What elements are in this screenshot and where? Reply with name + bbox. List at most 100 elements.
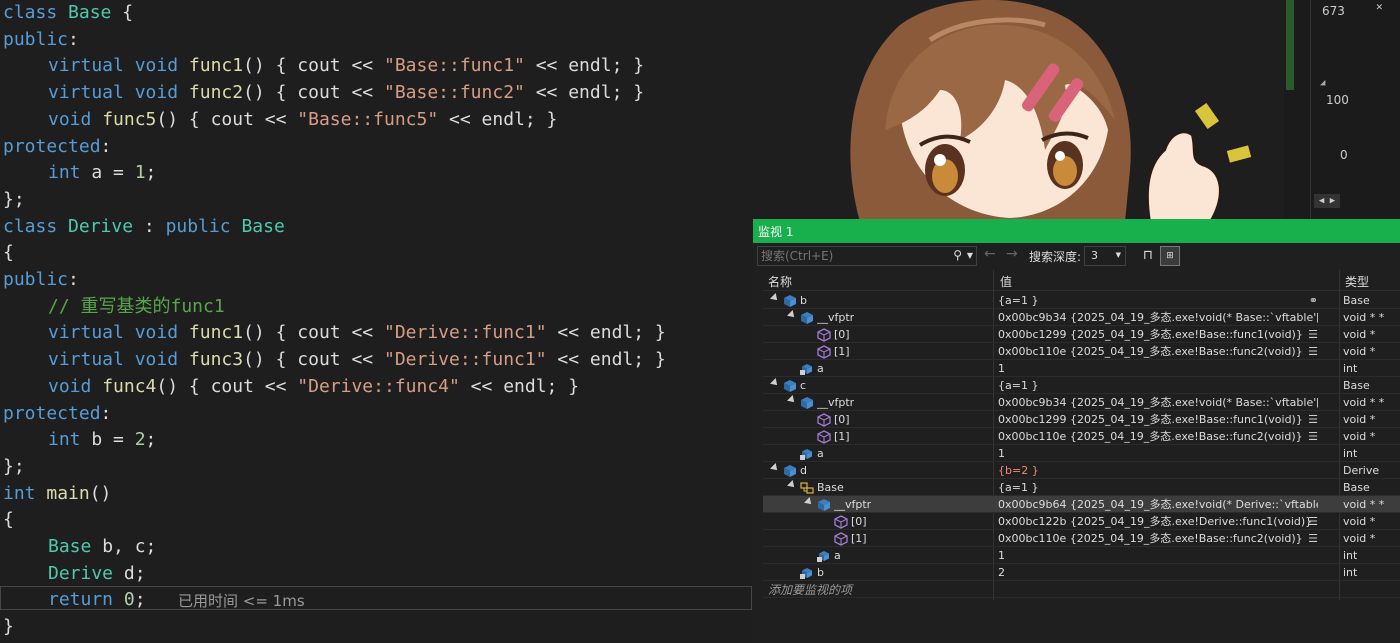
code-token: {	[3, 509, 14, 531]
code-token: () { cout <<	[156, 375, 298, 397]
horizontal-scroll-buttons[interactable]: ◀ ▶	[1314, 194, 1340, 208]
column-header-type[interactable]: 类型	[1345, 273, 1369, 290]
watch-row-value[interactable]: 0x00bc110e {2025_04_19_多态.exe!Base::func…	[998, 429, 1318, 444]
code-line: public:	[3, 267, 79, 294]
watch-row-name: a	[834, 549, 841, 562]
watch-row-value[interactable]: 0x00bc9b34 {2025_04_19_多态.exe!void(* Bas…	[998, 310, 1318, 325]
code-line: // 重写基类的func1	[3, 294, 225, 321]
expand-arrow-icon[interactable]	[770, 378, 780, 388]
watch-row[interactable]: [0] 0x00bc122b {2025_04_19_多态.exe!Derive:…	[763, 513, 1400, 530]
watch-row[interactable]: c {a=1 } Base	[763, 377, 1400, 394]
watch-row-value[interactable]: 0x00bc1299 {2025_04_19_多态.exe!Base::func…	[998, 412, 1318, 427]
watch-row[interactable]: a 1 int	[763, 445, 1400, 462]
scroll-track[interactable]	[1286, 0, 1294, 90]
elapsed-time-hint: 已用时间 <= 1ms	[178, 592, 305, 610]
code-line: int a = 1;	[3, 160, 156, 187]
watch-row[interactable]: [0] 0x00bc1299 {2025_04_19_多态.exe!Base::f…	[763, 411, 1400, 428]
visualizer-list-icon[interactable]: ☰	[1308, 532, 1318, 545]
code-token: d;	[113, 562, 146, 584]
visualizer-list-icon[interactable]: ☰	[1308, 345, 1318, 358]
code-token: protected	[3, 135, 101, 157]
watch-row[interactable]: d {b=2 } Derive	[763, 462, 1400, 479]
watch-row-value[interactable]: 0x00bc9b64 {2025_04_19_多态.exe!void(* Der…	[998, 497, 1318, 512]
code-token: virtual	[48, 55, 124, 77]
watch-row-value[interactable]: 0x00bc110e {2025_04_19_多态.exe!Base::func…	[998, 531, 1318, 546]
expand-arrow-icon[interactable]	[770, 293, 780, 303]
code-token: void	[134, 82, 179, 104]
watch-row-name: a	[817, 447, 824, 460]
watch-row-value[interactable]: 0x00bc9b34 {2025_04_19_多态.exe!void(* Bas…	[998, 395, 1318, 410]
code-token: () { cout <<	[156, 108, 298, 130]
back-arrow-icon[interactable]: ←	[984, 246, 996, 262]
code-token: ;	[145, 162, 157, 184]
column-header-value[interactable]: 值	[1000, 273, 1012, 290]
watch-row-value[interactable]: 1	[998, 446, 1318, 461]
close-icon[interactable]: ✕	[1376, 0, 1383, 13]
watch-row-value[interactable]: 1	[998, 361, 1318, 376]
expand-arrow-icon[interactable]	[787, 480, 797, 490]
watch-row[interactable]: [1] 0x00bc110e {2025_04_19_多态.exe!Base::f…	[763, 530, 1400, 547]
expand-arrow-icon[interactable]	[804, 497, 814, 507]
watch-row-value[interactable]: {b=2 }	[998, 463, 1318, 478]
code-token: << endl; }	[524, 55, 645, 77]
watch-row-value[interactable]: 0x00bc110e {2025_04_19_多态.exe!Base::func…	[998, 344, 1318, 359]
watch-row-value[interactable]: 1	[998, 548, 1318, 563]
code-token: 2	[134, 429, 146, 451]
watch-row[interactable]: a 1 int	[763, 547, 1400, 564]
watch-row[interactable]: [0] 0x00bc1299 {2025_04_19_多态.exe!Base::f…	[763, 326, 1400, 343]
watch-row-type: void *	[1343, 515, 1376, 528]
visualizer-list-icon[interactable]: ☰	[1308, 515, 1318, 528]
watch-window-title-bar[interactable]: 监视 1	[753, 219, 1400, 243]
watch-row-name: [0]	[834, 328, 850, 341]
code-token: << endl; }	[546, 322, 666, 344]
forward-arrow-icon[interactable]: →	[1006, 246, 1018, 262]
code-token: ()	[89, 482, 112, 504]
code-token: protected	[3, 402, 101, 424]
watch-row-type: void *	[1343, 430, 1376, 443]
watch-row[interactable]: __vfptr 0x00bc9b34 {2025_04_19_多态.exe!voi…	[763, 309, 1400, 326]
watch-row[interactable]: __vfptr 0x00bc9b34 {2025_04_19_多态.exe!voi…	[763, 394, 1400, 411]
add-watch-row[interactable]: 添加要监视的项	[763, 579, 1400, 598]
watch-row[interactable]: a 1 int	[763, 360, 1400, 377]
search-icon[interactable]: ⚲	[953, 248, 962, 262]
watch-row-value[interactable]: 2	[998, 565, 1318, 580]
search-depth-select[interactable]: 3 ▼	[1084, 246, 1126, 266]
code-line: virtual void func1() { cout << "Base::fu…	[3, 53, 644, 80]
watch-row-value[interactable]: 0x00bc122b {2025_04_19_多态.exe!Derive::fu…	[998, 514, 1318, 529]
visualizer-list-icon[interactable]: ☰	[1308, 328, 1318, 341]
watch-row-type: void * *	[1343, 498, 1385, 511]
watch-row-type: Base	[1343, 481, 1370, 494]
watch-row[interactable]: [1] 0x00bc110e {2025_04_19_多态.exe!Base::f…	[763, 428, 1400, 445]
watch-row-value[interactable]: 0x00bc1299 {2025_04_19_多态.exe!Base::func…	[998, 327, 1318, 342]
expand-arrow-icon[interactable]	[787, 310, 797, 320]
visualizer-list-icon[interactable]: ☰	[1308, 430, 1318, 443]
search-input[interactable]	[761, 248, 941, 264]
code-token: func1	[188, 55, 244, 77]
search-field[interactable]: ⚲ ▼	[757, 246, 977, 266]
chevron-down-icon[interactable]: ▼	[967, 251, 973, 260]
watch-row[interactable]: __vfptr 0x00bc9b64 {2025_04_19_多态.exe!voi…	[763, 496, 1400, 513]
expand-arrow-icon[interactable]	[787, 395, 797, 405]
watch-row-value[interactable]: {a=1 }	[998, 293, 1318, 308]
column-header-name[interactable]: 名称	[768, 273, 792, 290]
watch-row-name: b	[817, 566, 824, 579]
expand-arrow-icon[interactable]	[770, 463, 780, 473]
watch-row[interactable]: [1] 0x00bc110e {2025_04_19_多态.exe!Base::f…	[763, 343, 1400, 360]
code-token: << endl; }	[459, 375, 580, 397]
watch-row[interactable]: b {a=1 } ⚭ Base	[763, 292, 1400, 309]
watch-row-value[interactable]: {a=1 }	[998, 378, 1318, 393]
visualizer-list-icon[interactable]: ☰	[1308, 413, 1318, 426]
watch-row-name: __vfptr	[817, 396, 855, 409]
binoculars-icon[interactable]: ⚭	[1309, 294, 1318, 307]
code-token: ;	[134, 589, 146, 611]
watch-row-value[interactable]: {a=1 }	[998, 480, 1318, 495]
hex-display-icon[interactable]: ⊞	[1160, 246, 1180, 266]
watch-row[interactable]: Base {a=1 } Base	[763, 479, 1400, 496]
pin-icon[interactable]: ⊓	[1138, 246, 1158, 266]
